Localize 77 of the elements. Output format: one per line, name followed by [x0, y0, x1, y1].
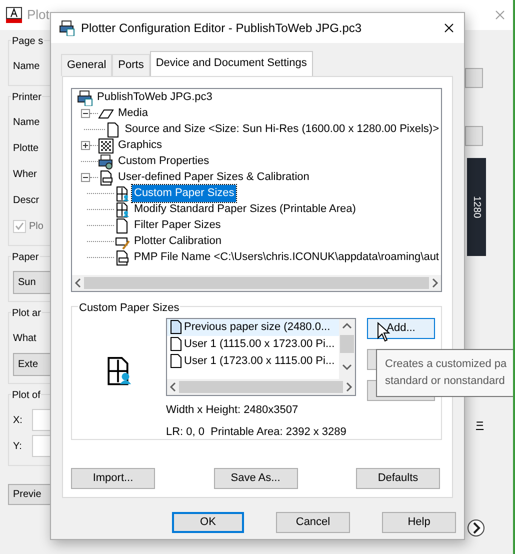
field-label: X:	[13, 414, 22, 428]
tooltip-text: Creates a customized pa	[385, 357, 508, 372]
tab[interactable]: Ports	[112, 54, 150, 76]
page-icon	[114, 250, 130, 266]
list-item[interactable]: User 1 (1723.00 x 1115.00 Pi...	[167, 352, 339, 370]
window-title: Plotter Configuration Editor - PublishToWeb JPG.pc3	[81, 20, 363, 37]
list-item[interactable]: Previous paper size (2480.0...	[167, 318, 339, 336]
tree-item[interactable]: Source and Size <Size: Sun Hi-Res (1600.00 x 1280.00 Pixels)>	[122, 121, 441, 138]
printer-icon	[98, 154, 114, 170]
app-icon	[6, 7, 22, 23]
tree-item[interactable]: User-defined Paper Sizes & Calibration	[116, 169, 312, 186]
field-label: Plotte	[13, 142, 39, 156]
tree-item[interactable]: Media	[116, 105, 150, 122]
page-person-icon	[114, 186, 130, 202]
check-icon	[15, 222, 24, 230]
tab[interactable]: Device and Document Settings	[150, 51, 313, 76]
tree-item[interactable]: Modify Standard Paper Sizes (Printable Area)	[132, 201, 358, 218]
size-text: Width x Height: 2480x3507	[166, 402, 300, 418]
ok-button[interactable]: OK	[172, 512, 244, 532]
tree-item[interactable]: Custom Paper Sizes	[132, 185, 236, 202]
page-icon	[114, 218, 130, 234]
button[interactable]	[465, 126, 483, 146]
scrollbar-thumb[interactable]	[179, 380, 343, 392]
page-icon	[170, 320, 182, 334]
tree-item[interactable]: Filter Paper Sizes	[132, 217, 223, 234]
page-icon	[170, 337, 182, 351]
field-label: Y:	[13, 440, 22, 454]
group-title: Paper	[11, 250, 40, 265]
cancel-button[interactable]: Cancel	[276, 512, 350, 532]
page-person-icon	[114, 202, 130, 218]
field-label: What	[13, 332, 36, 346]
page-icon	[98, 170, 114, 186]
page-icon	[170, 354, 182, 368]
scroll-left-icon[interactable]	[74, 278, 82, 288]
list-item-text: Previous paper size (2480.0...	[184, 320, 330, 335]
dimension-label: 1280	[470, 196, 483, 218]
printer-icon	[59, 20, 75, 36]
scrollbar-thumb[interactable]	[84, 276, 429, 288]
tree-item[interactable]: PublishToWeb JPG.pc3	[95, 89, 214, 106]
tree-item[interactable]: Graphics	[116, 137, 164, 154]
tree-item[interactable]: Plotter Calibration	[132, 233, 224, 250]
page-icon	[104, 122, 121, 138]
tree-item[interactable]: PMP File Name <C:\Users\chris.ICONUK\appdata\roaming\aut	[132, 249, 441, 266]
field-label: Name	[13, 116, 40, 130]
expander-icon[interactable]	[81, 141, 90, 150]
expander-icon[interactable]	[81, 173, 90, 182]
checker-icon	[98, 138, 114, 154]
list-item-text: User 1 (1723.00 x 1115.00 Pi...	[184, 354, 335, 369]
group-title: Page s	[11, 34, 44, 49]
checkbox-label: Plo	[29, 220, 44, 234]
field-label: Descr	[13, 194, 40, 208]
tree-item[interactable]: Custom Properties	[116, 153, 212, 170]
scroll-right-icon[interactable]	[431, 278, 439, 288]
close-icon[interactable]	[444, 23, 454, 33]
save-as-button[interactable]: Save As...	[214, 468, 298, 488]
printable-area-text: LR: 0, 0 Printable Area: 2392 x 3289	[166, 425, 348, 440]
list-item-text: User 1 (1115.00 x 1723.00 Pi...	[184, 336, 335, 352]
scrollbar-thumb[interactable]	[340, 334, 354, 352]
scroll-up-icon[interactable]	[342, 322, 352, 330]
scroll-down-icon[interactable]	[342, 362, 352, 370]
scroll-left-icon[interactable]	[169, 382, 177, 392]
field-label: Wher	[13, 168, 37, 182]
help-button[interactable]: Help	[382, 512, 456, 532]
defaults-button[interactable]: Defaults	[356, 468, 440, 488]
button[interactable]	[465, 68, 483, 88]
scroll-right-icon[interactable]	[345, 382, 353, 392]
add-button[interactable]: Add...	[367, 318, 435, 338]
tab[interactable]: General	[61, 54, 112, 76]
equals-link[interactable]: =	[476, 414, 484, 434]
expander-icon[interactable]	[81, 109, 90, 118]
tooltip-text: standard or nonstandard	[385, 374, 506, 389]
list-item[interactable]: User 1 (1115.00 x 1723.00 Pi...	[167, 336, 339, 352]
printer-icon	[77, 90, 93, 106]
field-label: Name	[13, 60, 40, 74]
window-title: Plot	[27, 6, 50, 24]
checkbox[interactable]	[13, 220, 26, 232]
import-button[interactable]: Import...	[71, 468, 155, 488]
